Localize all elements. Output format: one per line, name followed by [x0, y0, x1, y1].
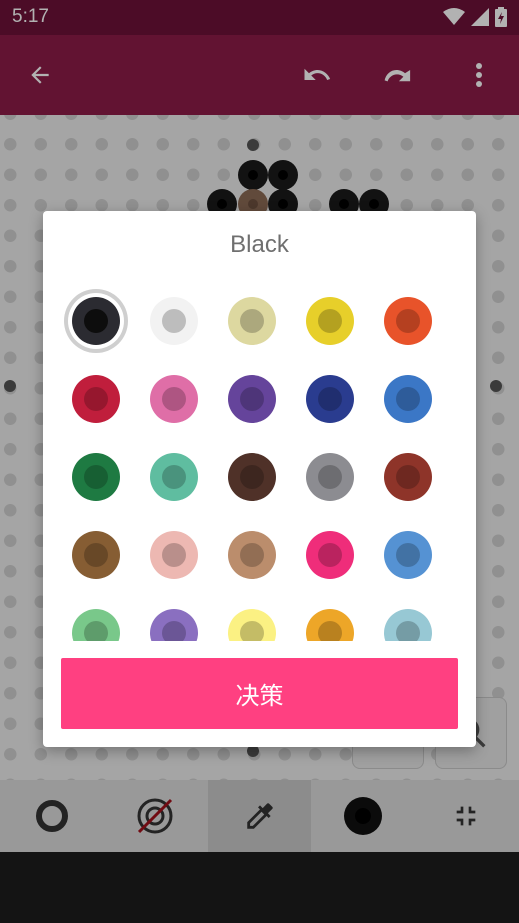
swatch-center	[84, 387, 108, 411]
swatch-center	[396, 543, 420, 567]
swatch-center	[396, 309, 420, 333]
color-swatch[interactable]	[306, 609, 354, 641]
swatch-center	[396, 387, 420, 411]
swatch-center	[240, 465, 264, 489]
color-swatch[interactable]	[228, 609, 276, 641]
color-swatch[interactable]	[306, 531, 354, 579]
color-swatch[interactable]	[384, 531, 432, 579]
color-swatch[interactable]	[228, 531, 276, 579]
color-swatch[interactable]	[306, 375, 354, 423]
swatch-grid[interactable]	[43, 279, 476, 641]
swatch-center	[84, 543, 108, 567]
swatch-center	[84, 309, 108, 333]
color-swatch[interactable]	[150, 453, 198, 501]
system-nav-bar	[0, 852, 519, 923]
swatch-center	[84, 465, 108, 489]
swatch-center	[240, 387, 264, 411]
swatch-center	[162, 309, 186, 333]
color-swatch[interactable]	[228, 297, 276, 345]
swatch-center	[318, 465, 342, 489]
color-swatch[interactable]	[228, 375, 276, 423]
color-swatch[interactable]	[306, 297, 354, 345]
swatch-center	[318, 621, 342, 641]
color-swatch[interactable]	[228, 453, 276, 501]
color-swatch[interactable]	[150, 531, 198, 579]
swatch-center	[162, 621, 186, 641]
swatch-center	[162, 465, 186, 489]
color-swatch[interactable]	[72, 375, 120, 423]
swatch-center	[318, 543, 342, 567]
color-swatch[interactable]	[150, 609, 198, 641]
swatch-center	[318, 309, 342, 333]
color-swatch[interactable]	[384, 453, 432, 501]
color-swatch[interactable]	[384, 609, 432, 641]
dialog-title: Black	[230, 231, 289, 258]
swatch-center	[240, 309, 264, 333]
color-picker-dialog: Black 决策	[43, 211, 476, 747]
color-swatch[interactable]	[150, 375, 198, 423]
swatch-center	[240, 621, 264, 641]
color-swatch[interactable]	[72, 531, 120, 579]
color-swatch[interactable]	[384, 375, 432, 423]
swatch-center	[318, 387, 342, 411]
color-swatch[interactable]	[150, 297, 198, 345]
swatch-center	[162, 387, 186, 411]
swatch-center	[84, 621, 108, 641]
confirm-button[interactable]: 决策	[61, 658, 458, 729]
swatch-center	[240, 543, 264, 567]
swatch-center	[396, 465, 420, 489]
color-swatch[interactable]	[72, 453, 120, 501]
color-swatch[interactable]	[72, 297, 120, 345]
swatch-center	[396, 621, 420, 641]
color-swatch[interactable]	[72, 609, 120, 641]
color-swatch[interactable]	[306, 453, 354, 501]
swatch-center	[162, 543, 186, 567]
color-swatch[interactable]	[384, 297, 432, 345]
